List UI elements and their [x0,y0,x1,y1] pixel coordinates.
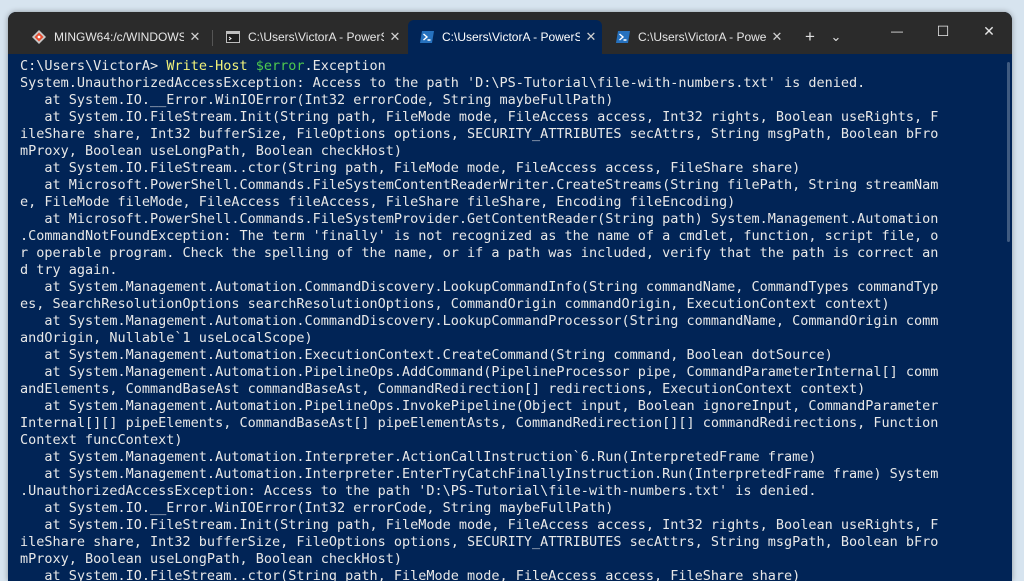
scrollbar[interactable] [1006,58,1010,578]
output-line: r operable program. Check the spelling o… [20,245,939,261]
error-output: System.UnauthorizedAccessException: Acce… [20,75,1002,581]
tab-separator [212,30,213,46]
scroll-thumb[interactable] [1007,62,1010,242]
tab-mingw64[interactable]: MINGW64:/c/WINDOWS/S ✕ [20,20,206,54]
output-line: at System.IO.FileStream..ctor(String pat… [20,160,801,176]
output-line: at System.IO.FileStream..ctor(String pat… [20,568,801,581]
output-line: at System.Management.Automation.Pipeline… [20,398,939,414]
maximize-button[interactable]: ☐ [920,12,966,50]
command-property: .Exception [304,58,386,74]
output-line: at Microsoft.PowerShell.Commands.FileSys… [20,177,939,193]
prompt-path: C:\Users\VictorA> [20,58,167,74]
tab-label: C:\Users\VictorA - PowerS [248,30,384,44]
output-line: at System.IO.FileStream.Init(String path… [20,109,939,125]
output-line: at System.Management.Automation.CommandD… [20,279,939,295]
output-line: mProxy, Boolean useLongPath, Boolean che… [20,551,403,567]
chevron-down-icon: ⌄ [830,29,842,44]
cmd-icon [226,30,240,44]
tab-label: MINGW64:/c/WINDOWS/S [54,30,184,44]
new-tab-button[interactable]: + [796,20,824,54]
close-window-button[interactable]: ✕ [966,12,1012,50]
minimize-icon: — [891,24,903,38]
output-line: e, FileMode fileMode, FileAccess fileAcc… [20,194,736,210]
output-line: ileShare share, Int32 bufferSize, FileOp… [20,534,939,550]
output-line: System.UnauthorizedAccessException: Acce… [20,75,866,91]
tab-label: C:\Users\VictorA - PowerS [442,30,580,44]
close-icon: ✕ [983,22,995,39]
tab-dropdown-button[interactable]: ⌄ [824,20,848,54]
tab-label: C:\Users\VictorA - PowerS [638,30,766,44]
output-line: at System.Management.Automation.Interpre… [20,449,817,465]
output-line: at Microsoft.PowerShell.Commands.FileSys… [20,211,939,227]
git-bash-icon [32,30,46,44]
close-icon[interactable]: ✕ [580,29,602,45]
close-icon[interactable]: ✕ [184,29,206,45]
tab-powershell-active[interactable]: C:\Users\VictorA - PowerS ✕ [408,20,602,54]
output-line: .CommandNotFoundException: The term 'fin… [20,228,939,244]
output-line: at System.Management.Automation.Executio… [20,347,833,363]
output-line: andElements, CommandBaseAst commandBaseA… [20,381,866,397]
terminal-output[interactable]: C:\Users\VictorA> Write-Host $error.Exce… [20,58,1002,581]
output-line: at System.Management.Automation.CommandD… [20,313,939,329]
output-line: at System.IO.__Error.WinIOError(Int32 er… [20,500,614,516]
maximize-icon: ☐ [936,22,950,39]
output-line: d try again. [20,262,118,278]
output-line: at System.IO.FileStream.Init(String path… [20,517,939,533]
tab-bar: MINGW64:/c/WINDOWS/S ✕ C:\Users\VictorA … [8,12,1012,54]
output-line: andOrigin, Nullable`1 useLocalScope) [20,330,313,346]
output-line: ileShare share, Int32 bufferSize, FileOp… [20,126,939,142]
output-line: es, SearchResolutionOptions searchResolu… [20,296,890,312]
output-line: .UnauthorizedAccessException: Access to … [20,483,817,499]
terminal-window: MINGW64:/c/WINDOWS/S ✕ C:\Users\VictorA … [8,12,1012,581]
powershell-icon [616,30,630,44]
command-name: Write-Host [166,58,248,74]
prompt-line: C:\Users\VictorA> Write-Host $error.Exce… [20,58,1002,75]
output-line: at System.IO.__Error.WinIOError(Int32 er… [20,92,614,108]
tab-powershell-1[interactable]: C:\Users\VictorA - PowerS ✕ [214,20,406,54]
output-line: mProxy, Boolean useLongPath, Boolean che… [20,143,403,159]
close-icon[interactable]: ✕ [766,29,788,45]
tab-powershell-3[interactable]: C:\Users\VictorA - PowerS ✕ [604,20,788,54]
minimize-button[interactable]: — [874,12,920,50]
close-icon[interactable]: ✕ [384,29,406,45]
output-line: Context funcContext) [20,432,183,448]
command-variable: $error [255,58,305,74]
output-line: at System.Management.Automation.Interpre… [20,466,939,482]
output-line: at System.Management.Automation.Pipeline… [20,364,939,380]
output-line: Internal[][] pipeElements, CommandBaseAs… [20,415,939,431]
powershell-icon [420,30,434,44]
